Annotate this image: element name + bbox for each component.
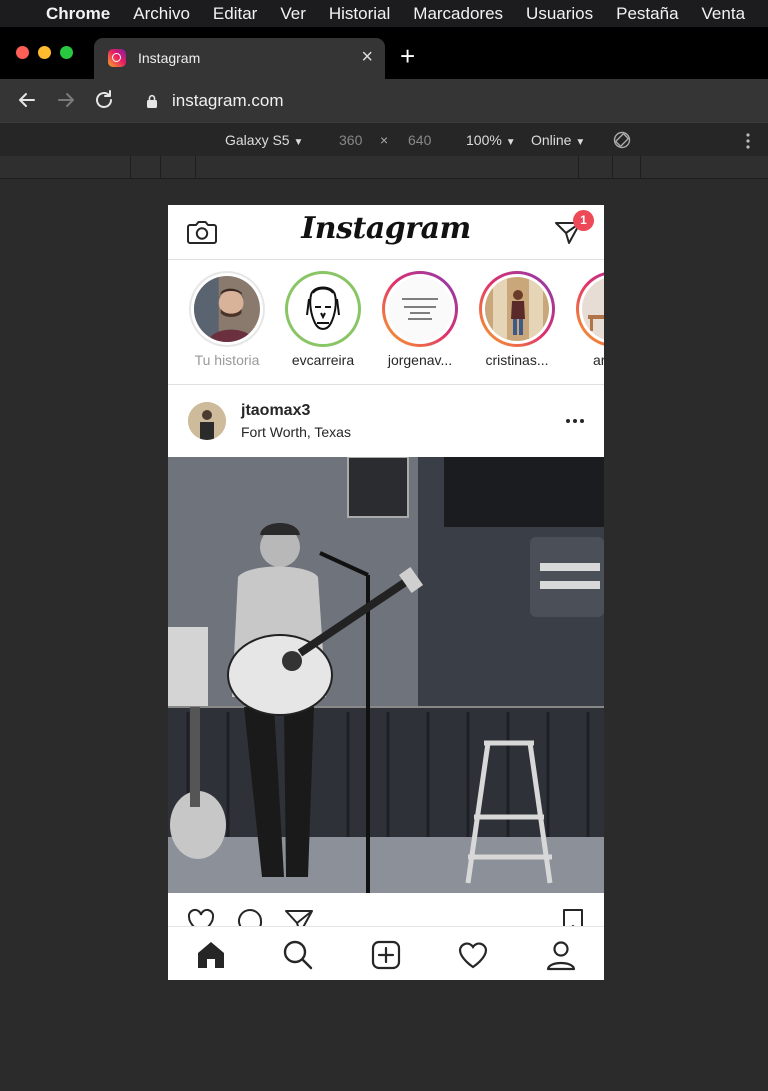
menu-ver[interactable]: Ver (280, 4, 306, 24)
close-tab-icon[interactable]: × (361, 46, 373, 69)
story-label: jorgenav... (387, 352, 453, 368)
story-cristinas[interactable]: cristinas... (472, 271, 562, 368)
story-label: Tu historia (194, 352, 260, 368)
tab-title: Instagram (138, 50, 201, 66)
notification-badge: 1 (573, 210, 594, 231)
avatar (194, 276, 260, 342)
story-ring (189, 271, 265, 347)
minimize-window-button[interactable] (38, 46, 51, 59)
post-username[interactable]: jtaomax3 (241, 402, 310, 420)
story-label: cristinas... (485, 352, 549, 368)
post-options-icon[interactable] (564, 411, 586, 431)
bottom-navigation (168, 926, 604, 980)
menu-marcadores[interactable]: Marcadores (413, 4, 503, 24)
post-actions (168, 905, 604, 935)
rotate-device-icon[interactable] (612, 130, 632, 150)
network-throttle-select[interactable]: Online ▼ (531, 132, 585, 148)
network-caret-icon: ▼ (575, 137, 586, 148)
window-controls (16, 46, 73, 59)
device-width-input[interactable]: 360 (339, 132, 362, 148)
story-jorgenav[interactable]: jorgenav... (375, 271, 465, 368)
instagram-logo[interactable]: Instagram (168, 211, 604, 246)
menu-pestana[interactable]: Pestaña (616, 4, 678, 24)
dimension-separator: × (380, 132, 389, 148)
avatar (291, 277, 355, 341)
zoom-window-button[interactable] (60, 46, 73, 59)
network-value: Online (531, 132, 572, 148)
device-name: Galaxy S5 (225, 132, 290, 148)
reload-icon[interactable] (92, 88, 116, 112)
post-header: jtaomax3 Fort Worth, Texas (168, 385, 604, 457)
device-viewport: Instagram 1 Tu historia evcarreira jorge… (168, 205, 604, 980)
close-window-button[interactable] (16, 46, 29, 59)
story-ring (382, 271, 458, 347)
macos-menu-bar: Chrome Archivo Editar Ver Historial Marc… (0, 0, 768, 27)
zoom-value: 100% (466, 132, 502, 148)
avatar (582, 277, 604, 341)
instagram-favicon-icon (108, 49, 126, 67)
instagram-header: Instagram 1 (168, 205, 604, 260)
menu-usuarios[interactable]: Usuarios (526, 4, 593, 24)
forward-arrow-icon[interactable] (54, 88, 78, 112)
tab-strip: Instagram × + (0, 27, 768, 79)
story-evcarreira[interactable]: evcarreira (278, 271, 368, 368)
device-toolbar: Galaxy S5 ▼ 360 × 640 100% ▼ Online ▼ (0, 122, 768, 157)
zoom-caret-icon: ▼ (505, 137, 516, 148)
avatar (388, 277, 452, 341)
profile-icon[interactable] (545, 939, 577, 971)
search-icon[interactable] (282, 939, 314, 971)
story-ring (479, 271, 555, 347)
new-tab-button[interactable]: + (400, 43, 415, 69)
new-post-icon[interactable] (370, 939, 402, 971)
story-ar[interactable]: ar (569, 271, 604, 368)
device-caret-icon: ▼ (293, 137, 304, 148)
story-label: evcarreira (291, 352, 355, 368)
lock-icon[interactable] (146, 94, 158, 108)
menu-editar[interactable]: Editar (213, 4, 257, 24)
story-ring (285, 271, 361, 347)
menu-historial[interactable]: Historial (329, 4, 390, 24)
home-icon[interactable] (195, 939, 227, 971)
back-arrow-icon[interactable] (15, 88, 39, 112)
tab-instagram[interactable]: Instagram × (94, 38, 385, 79)
url-field[interactable]: instagram.com (172, 91, 283, 111)
device-select[interactable]: Galaxy S5 ▼ (225, 132, 303, 148)
menu-app-chrome[interactable]: Chrome (46, 4, 110, 24)
story-label: ar (593, 352, 604, 368)
zoom-select[interactable]: 100% ▼ (466, 132, 516, 148)
stories-tray: Tu historia evcarreira jorgenav... crist… (168, 260, 604, 385)
address-bar: instagram.com (0, 79, 768, 122)
story-your-story[interactable]: Tu historia (182, 271, 272, 368)
menu-ventana[interactable]: Venta (702, 4, 746, 24)
media-query-ruler (0, 156, 768, 179)
avatar (485, 277, 549, 341)
post-location[interactable]: Fort Worth, Texas (241, 424, 351, 440)
post-avatar[interactable] (188, 402, 226, 440)
menu-archivo[interactable]: Archivo (133, 4, 190, 24)
device-height-input[interactable]: 640 (408, 132, 431, 148)
activity-heart-icon[interactable] (457, 939, 489, 971)
post-photo[interactable] (168, 457, 604, 893)
story-ring (576, 271, 604, 347)
more-options-icon[interactable] (743, 132, 753, 150)
